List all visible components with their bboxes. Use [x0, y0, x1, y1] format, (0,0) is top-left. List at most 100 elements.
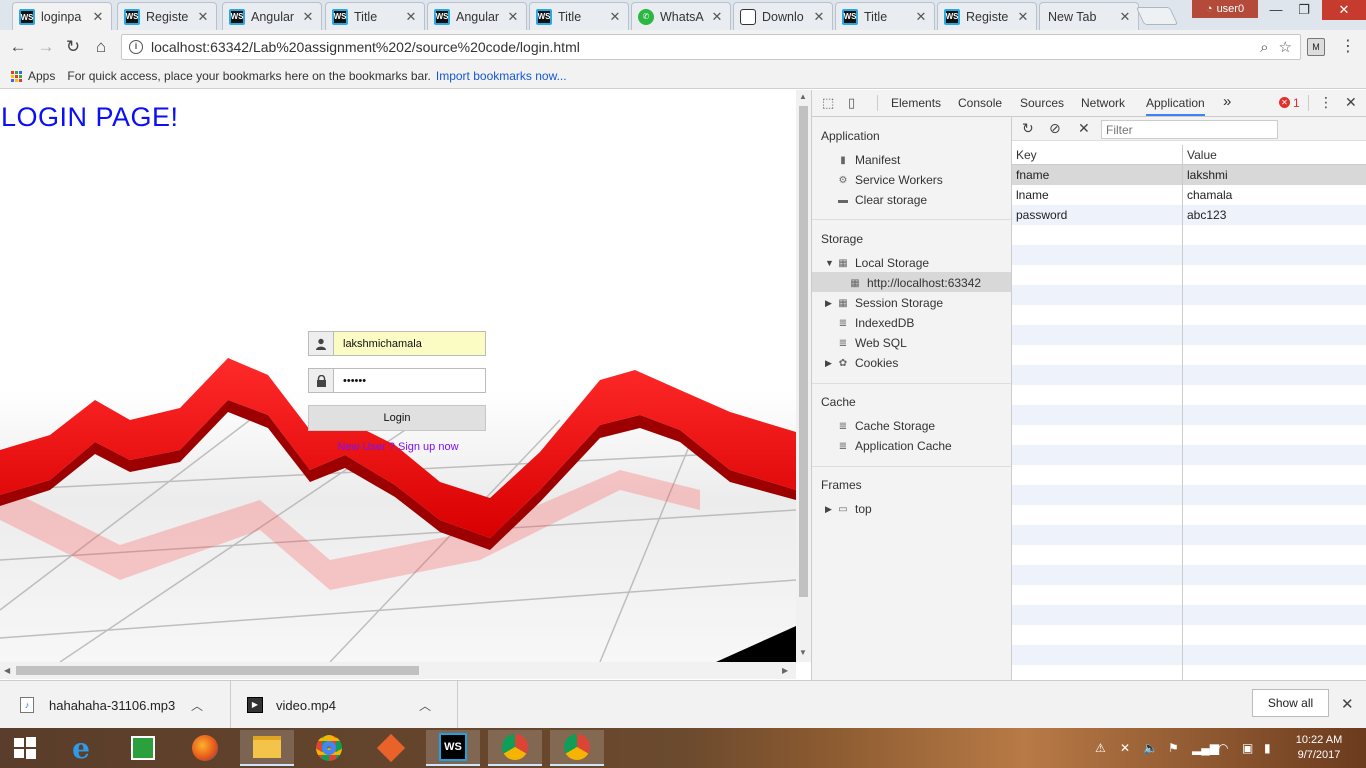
git-tool-icon[interactable]	[364, 730, 418, 766]
collapsed-triangle-icon[interactable]: ▶	[825, 358, 832, 369]
page-vertical-scrollbar[interactable]: ▲ ▼	[796, 90, 811, 662]
address-bar[interactable]: i localhost:63342/Lab%20assignment%202/s…	[121, 34, 1301, 60]
tab-console[interactable]: Console	[958, 96, 1002, 110]
zoom-icon[interactable]: ⌕	[1260, 39, 1268, 56]
tab-loginpage[interactable]: WS loginpa ✕	[12, 2, 112, 31]
error-icon[interactable]: ✕	[1279, 97, 1290, 108]
table-row[interactable]: password abc123	[1012, 205, 1366, 225]
close-icon[interactable]: ✕	[812, 9, 826, 25]
close-downloads-icon[interactable]: ✕	[1341, 695, 1354, 713]
table-row[interactable]: fname lakshmi	[1012, 165, 1366, 185]
webstorm-app-icon[interactable]: WS	[426, 730, 480, 766]
close-icon[interactable]: ✕	[1016, 9, 1030, 25]
close-icon[interactable]: ✕	[301, 9, 315, 25]
tab-application[interactable]: Application	[1146, 96, 1205, 116]
close-icon[interactable]: ✕	[710, 9, 724, 25]
filter-input[interactable]	[1101, 120, 1278, 139]
close-icon[interactable]: ✕	[608, 9, 622, 25]
chrome-icon[interactable]	[550, 730, 604, 766]
key-cell[interactable]: password	[1016, 208, 1067, 222]
sidebar-item-frame-top[interactable]: ▭ top	[837, 500, 871, 518]
close-icon[interactable]: ✕	[196, 9, 210, 25]
extension-icon[interactable]: M	[1307, 38, 1325, 56]
tab-sources[interactable]: Sources	[1020, 96, 1064, 110]
apps-link[interactable]: Apps	[28, 69, 55, 83]
warning-icon[interactable]: ⚠	[1095, 741, 1106, 755]
vertical-scroll-thumb[interactable]	[799, 106, 808, 597]
forward-button[interactable]: →	[35, 36, 57, 58]
expanded-triangle-icon[interactable]: ▼	[825, 258, 834, 268]
window-close-button[interactable]: ✕	[1322, 0, 1366, 20]
menu-icon[interactable]: ⋮	[1340, 36, 1356, 56]
username-input[interactable]	[334, 332, 485, 355]
tab-title-1[interactable]: WS Title ✕	[325, 2, 425, 30]
download-item[interactable]: ♪ hahahaha-31106.mp3 ︿	[0, 681, 231, 729]
inspect-element-icon[interactable]: ⬚	[822, 95, 834, 111]
tab-register-2[interactable]: WS Registe ✕	[937, 2, 1037, 30]
value-cell[interactable]: chamala	[1187, 188, 1232, 202]
signal-icon[interactable]: ▂▄▆	[1192, 741, 1219, 755]
sidebar-item-indexeddb[interactable]: ≣ IndexedDB	[837, 314, 915, 332]
value-cell[interactable]: abc123	[1187, 208, 1226, 222]
store-icon[interactable]	[116, 730, 170, 766]
import-bookmarks-link[interactable]: Import bookmarks now...	[436, 69, 567, 83]
value-cell[interactable]: lakshmi	[1187, 168, 1228, 182]
collapsed-triangle-icon[interactable]: ▶	[825, 504, 832, 515]
close-icon[interactable]: ✕	[404, 9, 418, 25]
signup-link[interactable]: New User ? Sign up now	[308, 441, 486, 453]
file-explorer-icon[interactable]	[240, 730, 294, 766]
chrome-icon[interactable]	[488, 730, 542, 766]
sidebar-item-cache-storage[interactable]: ≣ Cache Storage	[837, 417, 935, 435]
tab-new-tab[interactable]: New Tab ✕	[1039, 2, 1139, 30]
password-input[interactable]	[334, 369, 485, 392]
restore-button[interactable]: ❐	[1290, 0, 1318, 20]
flag-icon[interactable]: ⚑	[1168, 741, 1179, 755]
tab-title-2[interactable]: WS Title ✕	[529, 2, 629, 30]
sidebar-item-clear-storage[interactable]: ▬ Clear storage	[837, 191, 927, 209]
profile-button[interactable]: ◔ user0	[1192, 0, 1258, 18]
chrome-icon[interactable]	[302, 730, 356, 766]
scroll-left-icon[interactable]: ◀	[4, 666, 10, 675]
close-icon[interactable]: ✕	[1118, 9, 1132, 25]
device-toolbar-icon[interactable]: ▯	[848, 95, 855, 111]
more-tabs-icon[interactable]: »	[1223, 93, 1231, 110]
network-error-icon[interactable]: ✕	[1120, 741, 1130, 755]
close-icon[interactable]: ✕	[914, 9, 928, 25]
sidebar-item-application-cache[interactable]: ≣ Application Cache	[837, 437, 952, 455]
back-button[interactable]: ←	[7, 36, 29, 58]
home-button[interactable]: ⌂	[90, 36, 112, 58]
close-icon[interactable]: ✕	[91, 9, 105, 25]
sidebar-item-manifest[interactable]: ▮ Manifest	[837, 151, 900, 169]
tab-whatsapp[interactable]: ✆ WhatsA ✕	[631, 2, 731, 30]
wifi-icon[interactable]: ◠	[1218, 741, 1228, 755]
login-button[interactable]: Login	[308, 405, 486, 431]
start-button[interactable]	[0, 730, 50, 766]
clear-all-icon[interactable]: ⊘	[1049, 120, 1061, 137]
apps-icon[interactable]	[11, 70, 22, 82]
tab-register[interactable]: WS Registe ✕	[117, 2, 217, 30]
key-column-header[interactable]: Key	[1016, 148, 1037, 162]
tab-title-3[interactable]: WS Title ✕	[835, 2, 935, 30]
sidebar-item-websql[interactable]: ≣ Web SQL	[837, 334, 907, 352]
devtools-close-icon[interactable]: ✕	[1345, 94, 1357, 111]
security-icon[interactable]: ▣	[1242, 741, 1253, 755]
chevron-up-icon[interactable]: ︿	[419, 697, 431, 714]
table-row[interactable]: lname chamala	[1012, 185, 1366, 205]
internet-explorer-icon[interactable]: e	[54, 730, 108, 766]
collapsed-triangle-icon[interactable]: ▶	[825, 298, 832, 309]
sidebar-item-service-workers[interactable]: ⚙ Service Workers	[837, 171, 943, 189]
scroll-right-icon[interactable]: ▶	[782, 666, 788, 675]
sidebar-item-cookies[interactable]: ✿ Cookies	[837, 354, 899, 372]
firefox-icon[interactable]	[178, 730, 232, 766]
key-cell[interactable]: fname	[1016, 168, 1049, 182]
devtools-menu-icon[interactable]: ⋮	[1319, 94, 1333, 111]
sidebar-item-session-storage[interactable]: ▦ Session Storage	[837, 294, 943, 312]
refresh-icon[interactable]: ↻	[1022, 120, 1034, 137]
scroll-up-icon[interactable]: ▲	[799, 92, 807, 101]
tab-angular-2[interactable]: WS Angular ✕	[427, 2, 527, 30]
key-cell[interactable]: lname	[1016, 188, 1049, 202]
chevron-up-icon[interactable]: ︿	[191, 697, 203, 714]
horizontal-scroll-thumb[interactable]	[16, 666, 419, 675]
info-icon[interactable]: i	[129, 40, 143, 54]
delete-selected-icon[interactable]: ✕	[1078, 120, 1090, 137]
